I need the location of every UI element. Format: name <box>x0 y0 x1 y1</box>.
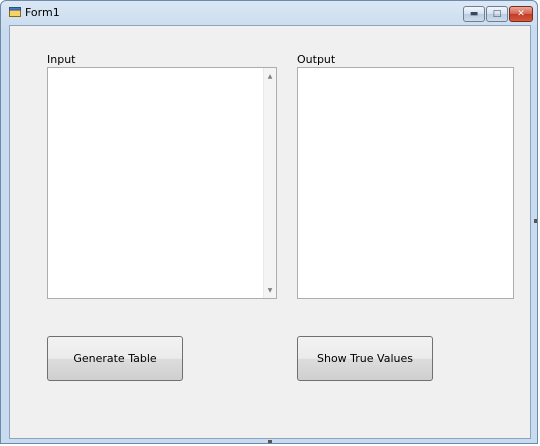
minimize-icon: ▬ <box>469 9 479 19</box>
show-true-values-button[interactable]: Show True Values <box>297 336 433 381</box>
resize-handle-right[interactable] <box>534 219 537 223</box>
close-icon: ✕ <box>517 9 525 19</box>
window-title: Form1 <box>25 6 60 19</box>
output-textbox[interactable] <box>297 67 514 299</box>
scroll-down-arrow-icon[interactable]: ▼ <box>264 284 276 296</box>
input-label: Input <box>47 53 76 66</box>
close-button[interactable]: ✕ <box>509 6 533 22</box>
output-label: Output <box>297 53 336 66</box>
minimize-button[interactable]: ▬ <box>463 6 485 22</box>
input-scrollbar[interactable]: ▲ ▼ <box>263 68 276 298</box>
generate-table-button[interactable]: Generate Table <box>47 336 183 381</box>
title-bar[interactable]: Form1 ▬ □ ✕ <box>1 1 537 25</box>
form1-window: Form1 ▬ □ ✕ Input Output ▲ ▼ Generate Ta… <box>0 0 538 444</box>
resize-handle-bottom[interactable] <box>268 440 272 443</box>
form-client-area: Input Output ▲ ▼ Generate Table Show Tru… <box>9 25 531 439</box>
maximize-button[interactable]: □ <box>486 6 508 22</box>
maximize-icon: □ <box>492 9 502 19</box>
input-textbox[interactable]: ▲ ▼ <box>47 67 277 299</box>
form-app-icon <box>9 7 21 17</box>
scroll-up-arrow-icon[interactable]: ▲ <box>264 70 276 82</box>
